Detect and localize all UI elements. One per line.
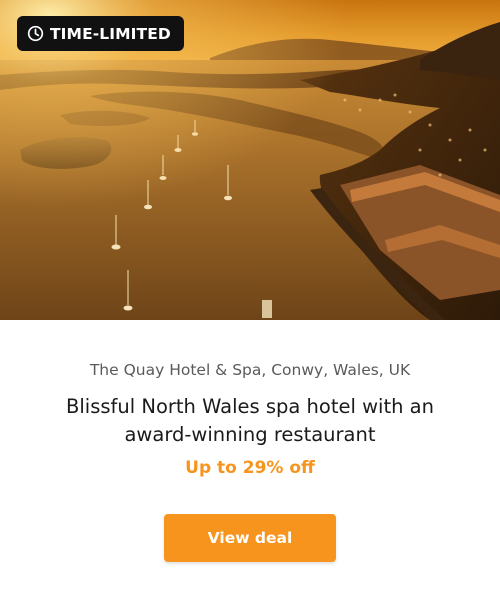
- clock-icon: [27, 25, 44, 42]
- hotel-location: The Quay Hotel & Spa, Conwy, Wales, UK: [89, 361, 411, 379]
- hero-image[interactable]: TIME-LIMITED: [0, 0, 500, 320]
- offer-details: The Quay Hotel & Spa, Conwy, Wales, UK B…: [0, 320, 500, 597]
- discount-label: Up to 29% off: [185, 458, 315, 478]
- time-limited-badge: TIME-LIMITED: [17, 16, 184, 51]
- view-deal-button[interactable]: View deal: [164, 514, 336, 562]
- badge-label: TIME-LIMITED: [50, 24, 171, 43]
- offer-title[interactable]: Blissful North Wales spa hotel with an a…: [40, 393, 460, 449]
